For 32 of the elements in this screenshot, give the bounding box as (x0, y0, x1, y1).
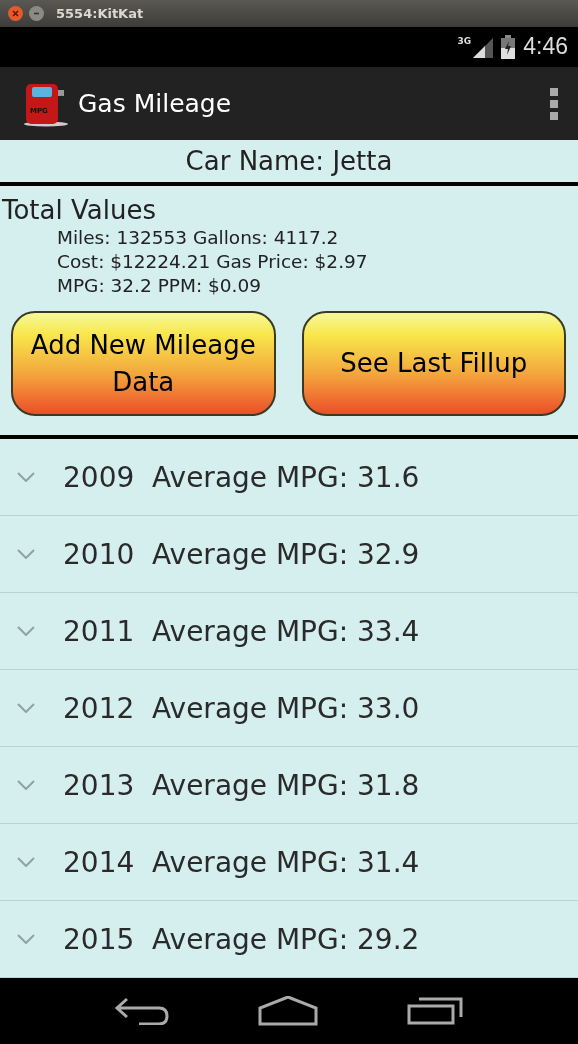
action-button[interactable]: See Last Fillup (301, 311, 566, 417)
recent-apps-icon[interactable] (407, 997, 464, 1025)
year-group-label: 2010 Average MPG: 32.9 (63, 537, 420, 571)
year-group-label: 2015 Average MPG: 29.2 (63, 922, 420, 956)
app-title: Gas Mileage (78, 89, 233, 119)
minimize-button[interactable] (29, 6, 44, 22)
year-group-row[interactable]: 2014 Average MPG: 31.4 (0, 824, 578, 901)
total-line: Miles: 132553 Gallons: 4117.2 (56, 226, 340, 251)
home-icon[interactable] (258, 996, 318, 1026)
back-icon[interactable] (114, 997, 169, 1025)
battery-icon (501, 34, 516, 59)
year-group-row[interactable]: 2012 Average MPG: 33.0 (0, 670, 578, 747)
network-type: 3G (457, 36, 472, 47)
clock-time: 4:46 (523, 33, 568, 61)
year-group-label: 2014 Average MPG: 31.4 (63, 845, 420, 879)
overflow-menu-icon[interactable] (550, 87, 558, 120)
year-group-row[interactable]: 2011 Average MPG: 33.4 (0, 593, 578, 670)
year-group-label: 2012 Average MPG: 33.0 (63, 691, 420, 725)
year-group-label: 2013 Average MPG: 31.8 (63, 768, 420, 802)
close-button[interactable] (8, 6, 23, 22)
year-group-row[interactable]: 2013 Average MPG: 31.8 (0, 747, 578, 824)
close-icon (12, 10, 19, 18)
car-name: Car Name: Jetta (0, 140, 578, 187)
action-button[interactable]: Add New Mileage Data (11, 311, 276, 417)
total-line: Cost: $12224.21 Gas Price: $2.97 (56, 250, 369, 275)
year-group-row[interactable]: 2010 Average MPG: 32.9 (0, 516, 578, 593)
year-group-row[interactable]: 2009 Average MPG: 31.6 (0, 439, 578, 516)
year-group-label: 2009 Average MPG: 31.6 (63, 460, 420, 494)
year-group-label: 2011 Average MPG: 33.4 (63, 614, 420, 648)
window-title: 5554:KitKat (56, 6, 144, 22)
totals-heading: Total Values (1, 194, 157, 225)
total-line: MPG: 32.2 PPM: $0.09 (56, 274, 262, 299)
